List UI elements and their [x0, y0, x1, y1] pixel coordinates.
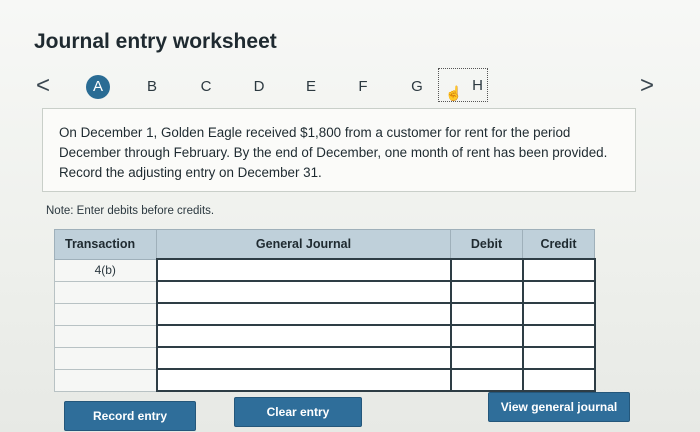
step-tab-h[interactable]: ☝ H: [438, 68, 488, 102]
account-select[interactable]: [155, 346, 452, 370]
credit-input[interactable]: [521, 258, 596, 282]
account-select[interactable]: [155, 324, 452, 348]
table-row: [54, 280, 596, 304]
debit-input[interactable]: [449, 324, 524, 348]
step-tab-e[interactable]: E: [299, 76, 323, 98]
record-entry-button[interactable]: Record entry: [64, 401, 196, 431]
view-general-journal-button[interactable]: View general journal: [488, 392, 630, 422]
column-header-credit: Credit: [522, 229, 595, 260]
credit-input[interactable]: [521, 324, 596, 348]
note-text: Note: Enter debits before credits.: [46, 205, 215, 217]
hand-pointer-icon: ☝: [445, 85, 463, 101]
table-row: 4(b): [54, 258, 596, 282]
debit-input[interactable]: [449, 346, 524, 370]
journal-table: Transaction General Journal Debit Credit…: [54, 229, 596, 392]
chevron-left-icon[interactable]: <: [36, 74, 50, 98]
transaction-cell: [54, 280, 157, 304]
question-text: On December 1, Golden Eagle received $1,…: [42, 108, 636, 192]
step-tab-d[interactable]: D: [247, 76, 271, 98]
step-navigation: < A B C D E F G ☝ H >: [30, 68, 680, 102]
debit-input[interactable]: [449, 302, 524, 326]
credit-input[interactable]: [521, 346, 596, 370]
account-select[interactable]: [155, 258, 452, 282]
column-header-transaction: Transaction: [54, 229, 157, 260]
credit-input[interactable]: [521, 302, 596, 326]
transaction-cell: [54, 324, 157, 348]
step-tab-c[interactable]: C: [194, 76, 218, 98]
table-row: [54, 368, 596, 392]
debit-input[interactable]: [449, 280, 524, 304]
credit-input[interactable]: [521, 368, 596, 392]
chevron-right-icon[interactable]: >: [640, 74, 654, 98]
column-header-general-journal: General Journal: [156, 229, 451, 260]
clear-entry-button[interactable]: Clear entry: [234, 397, 362, 427]
step-tab-g[interactable]: G: [405, 76, 429, 98]
step-tab-a[interactable]: A: [86, 75, 110, 99]
column-header-debit: Debit: [450, 229, 523, 260]
step-tab-b[interactable]: B: [140, 76, 164, 98]
credit-input[interactable]: [521, 280, 596, 304]
step-tab-f[interactable]: F: [351, 76, 375, 98]
step-tab-h-label: H: [472, 77, 483, 94]
account-select[interactable]: [155, 368, 452, 392]
account-select[interactable]: [155, 280, 452, 304]
page-title: Journal entry worksheet: [34, 30, 277, 53]
debit-input[interactable]: [449, 368, 524, 392]
account-select[interactable]: [155, 302, 452, 326]
debit-input[interactable]: [449, 258, 524, 282]
table-row: [54, 302, 596, 326]
table-header-row: Transaction General Journal Debit Credit: [54, 229, 595, 260]
table-row: [54, 324, 596, 348]
table-row: [54, 346, 596, 370]
worksheet-panel: Journal entry worksheet < A B C D E F G …: [0, 0, 700, 432]
transaction-cell: [54, 302, 157, 326]
transaction-cell: [54, 346, 157, 370]
transaction-cell: 4(b): [54, 258, 157, 282]
transaction-cell: [54, 368, 157, 392]
